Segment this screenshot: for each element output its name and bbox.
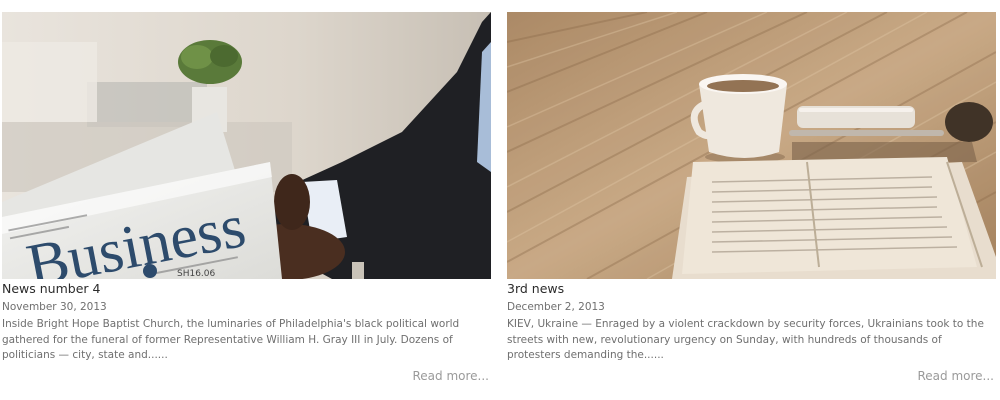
news-list: Business SH16.06 News number 4 November …	[0, 0, 1000, 400]
news-card: 3rd news December 2, 2013 KIEV, Ukraine …	[507, 12, 996, 383]
news-image-coffee-table[interactable]	[507, 12, 996, 279]
news-excerpt: KIEV, Ukraine — Enraged by a violent cra…	[507, 318, 984, 361]
news-image-newspaper[interactable]: Business SH16.06	[2, 12, 491, 279]
news-date: December 2, 2013	[507, 301, 605, 313]
newspaper-price: SH16.06	[177, 269, 216, 279]
news-card: Business SH16.06 News number 4 November …	[2, 12, 491, 383]
news-title[interactable]: News number 4	[2, 281, 100, 297]
news-date: November 30, 2013	[2, 301, 107, 313]
news-title[interactable]: 3rd news	[507, 281, 564, 297]
read-more-link[interactable]: Read more...	[918, 368, 995, 384]
read-more-link[interactable]: Read more...	[413, 368, 490, 384]
news-excerpt: Inside Bright Hope Baptist Church, the l…	[2, 318, 460, 361]
